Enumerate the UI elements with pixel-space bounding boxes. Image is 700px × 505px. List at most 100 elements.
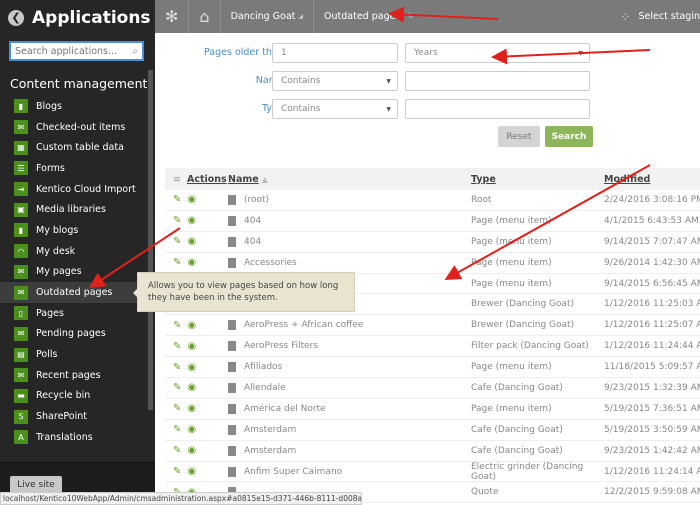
search-button[interactable]: Search bbox=[545, 126, 593, 147]
sidebar-item-forms[interactable]: ☰ Forms bbox=[0, 158, 146, 179]
name-header[interactable]: Name ▲ bbox=[228, 174, 471, 185]
table-row[interactable]: ✎ ◉ AeroPress Filters Filter pack (Dancing … bbox=[165, 336, 700, 358]
type-cell: Page (menu item) bbox=[471, 215, 552, 226]
sidebar-item-my-pages[interactable]: ✉ My pages bbox=[0, 262, 146, 283]
edit-icon[interactable]: ✎ bbox=[173, 236, 181, 247]
edit-icon[interactable]: ✎ bbox=[173, 362, 181, 373]
page-type-icon bbox=[228, 194, 236, 205]
edit-icon[interactable]: ✎ bbox=[173, 382, 181, 393]
view-icon[interactable]: ◉ bbox=[187, 466, 196, 477]
type-cell: Root bbox=[471, 194, 492, 205]
sidebar-item-checked-out-items[interactable]: ✉ Checked-out items bbox=[0, 117, 146, 138]
staging-selector[interactable]: ⁘ Select stagin bbox=[620, 0, 700, 33]
table-row[interactable]: ✎ ◉ 404 Page (menu item) 9/14/2015 7:07:47 A… bbox=[165, 232, 700, 253]
modified-cell: 11/18/2015 5:09:57 AM bbox=[604, 362, 700, 373]
reset-button[interactable]: Reset bbox=[498, 126, 540, 147]
view-icon[interactable]: ◉ bbox=[187, 236, 196, 247]
view-icon[interactable]: ◉ bbox=[187, 424, 196, 435]
sidebar-item-media-libraries[interactable]: ▣ Media libraries bbox=[0, 199, 146, 220]
sidebar-item-recycle-bin[interactable]: ▬ Recycle bin bbox=[0, 386, 146, 407]
type-header-label[interactable]: Type bbox=[471, 174, 496, 185]
view-icon[interactable]: ◉ bbox=[187, 445, 196, 456]
live-site-button[interactable]: Live site bbox=[10, 476, 62, 493]
older-value: 1 bbox=[281, 48, 287, 58]
type-operator-select[interactable]: Contains ▼ bbox=[272, 99, 398, 119]
modified-header-label[interactable]: Modified bbox=[604, 174, 650, 185]
briefcase-icon: ✉ bbox=[14, 285, 28, 300]
sidebar-item-pending-pages[interactable]: ✉ Pending pages bbox=[0, 324, 146, 345]
edit-icon[interactable]: ✎ bbox=[173, 320, 181, 331]
older-unit: Years bbox=[414, 48, 438, 58]
view-icon[interactable]: ◉ bbox=[187, 257, 196, 268]
sidebar-item-custom-table-data[interactable]: ▦ Custom table data bbox=[0, 137, 146, 158]
edit-icon[interactable]: ✎ bbox=[173, 403, 181, 414]
older-unit-select[interactable]: Years ▼ bbox=[405, 43, 590, 63]
sidebar-item-sharepoint[interactable]: S SharePoint bbox=[0, 406, 146, 427]
sidebar-item-polls[interactable]: ▤ Polls bbox=[0, 344, 146, 365]
row-actions: ✎◉ bbox=[165, 424, 228, 435]
search-icon[interactable]: ⌕ bbox=[132, 46, 138, 57]
kentico-logo[interactable]: ✻ bbox=[155, 0, 190, 33]
view-icon[interactable]: ◉ bbox=[187, 320, 196, 331]
edit-icon[interactable]: ✎ bbox=[173, 194, 181, 205]
staging-label: Select stagin bbox=[638, 11, 700, 22]
briefcase-icon: ✉ bbox=[14, 326, 28, 341]
table-row[interactable]: ✎ ◉ Amsterdam Cafe (Dancing Goat) 5/19/2015 … bbox=[165, 420, 700, 441]
home-button[interactable]: ⌂ bbox=[189, 0, 221, 33]
table-row[interactable]: ✎ ◉ Allendale Cafe (Dancing Goat) 9/23/2015 … bbox=[165, 378, 700, 399]
table-row[interactable]: ✎ ◉ 404 Page (menu item) 4/1/2015 6:43:53 AM bbox=[165, 211, 700, 232]
row-name: Amsterdam bbox=[228, 424, 471, 435]
sidebar-item-recent-pages[interactable]: ✉ Recent pages bbox=[0, 365, 146, 386]
table-row[interactable]: ✎ ◉ Anfim Super Caimano Electric grinder (D… bbox=[165, 462, 700, 483]
actions-header: ≡ Actions bbox=[165, 174, 228, 185]
sidebar-item-blogs[interactable]: ▮ Blogs bbox=[0, 96, 146, 117]
view-icon[interactable]: ◉ bbox=[187, 194, 196, 205]
sidebar-scrollbar[interactable] bbox=[148, 70, 153, 410]
type-header[interactable]: Type bbox=[471, 174, 604, 185]
table-row[interactable]: ✎ ◉ Accessories Page (menu item) 9/26/2014 1… bbox=[165, 253, 700, 274]
view-icon[interactable]: ◉ bbox=[187, 403, 196, 414]
sidebar-item-pages[interactable]: ▯ Pages bbox=[0, 303, 146, 324]
table-row[interactable]: ✎ ◉ (root) Root 2/24/2016 3:08:16 PM bbox=[165, 190, 700, 211]
modified-header[interactable]: Modified bbox=[604, 174, 700, 185]
name-operator-select[interactable]: Contains ▼ bbox=[272, 71, 398, 91]
edit-icon[interactable]: ✎ bbox=[173, 257, 181, 268]
edit-icon[interactable]: ✎ bbox=[173, 445, 181, 456]
type-cell: Cafe (Dancing Goat) bbox=[471, 424, 563, 435]
table-row[interactable]: ✎ ◉ AeroPress + African coffee Brewer (Danc… bbox=[165, 315, 700, 337]
search-input[interactable] bbox=[15, 45, 133, 57]
sidebar-item-label: My desk bbox=[36, 245, 76, 257]
table-row[interactable]: ✎ ◉ Afiliados Page (menu item) 11/18/2015 5:… bbox=[165, 357, 700, 379]
site-selector[interactable]: Dancing Goat ◢ bbox=[221, 0, 315, 33]
name-input[interactable] bbox=[405, 71, 590, 91]
view-icon[interactable]: ◉ bbox=[187, 341, 196, 352]
sidebar-item-translations[interactable]: A Translations bbox=[0, 427, 146, 448]
row-actions: ✎◉ bbox=[165, 382, 228, 393]
older-value-input[interactable]: 1 bbox=[272, 43, 398, 63]
back-icon[interactable]: ❮ bbox=[8, 9, 24, 26]
page-type-icon bbox=[228, 215, 236, 226]
pages-grid: ≡ Actions Name ▲ Type Modified ✎ ◉ (root) Ro… bbox=[165, 168, 700, 504]
table-row[interactable]: ✎ ◉ Amsterdam Cafe (Dancing Goat) 9/23/2015 … bbox=[165, 441, 700, 462]
row-name: 404 bbox=[228, 236, 471, 247]
search-applications[interactable]: ⌕ bbox=[9, 41, 144, 61]
view-icon[interactable]: ◉ bbox=[187, 362, 196, 373]
type-input[interactable] bbox=[405, 99, 590, 119]
edit-icon[interactable]: ✎ bbox=[173, 424, 181, 435]
home-icon: ⌂ bbox=[199, 7, 210, 26]
edit-icon[interactable]: ✎ bbox=[173, 215, 181, 226]
menu-icon[interactable]: ≡ bbox=[173, 174, 181, 185]
table-row[interactable]: ✎ ◉ América del Norte Page (menu item) 5/19/… bbox=[165, 399, 700, 420]
view-icon[interactable]: ◉ bbox=[187, 215, 196, 226]
sidebar-item-kentico-cloud-import[interactable]: ⇥ Kentico Cloud Import bbox=[0, 179, 146, 200]
name-header-label[interactable]: Name bbox=[228, 174, 259, 185]
sidebar-item-outdated-pages[interactable]: ✉ Outdated pages bbox=[0, 282, 146, 303]
sidebar-item-my-blogs[interactable]: ▮ My blogs bbox=[0, 220, 146, 241]
edit-icon[interactable]: ✎ bbox=[173, 341, 181, 352]
edit-icon[interactable]: ✎ bbox=[173, 466, 181, 477]
sidebar-item-my-desk[interactable]: ◠ My desk bbox=[0, 241, 146, 262]
pin-icon[interactable]: ✎ bbox=[406, 12, 414, 22]
name-operator: Contains bbox=[281, 76, 321, 86]
view-icon[interactable]: ◉ bbox=[187, 382, 196, 393]
actions-header-label[interactable]: Actions bbox=[187, 174, 227, 185]
